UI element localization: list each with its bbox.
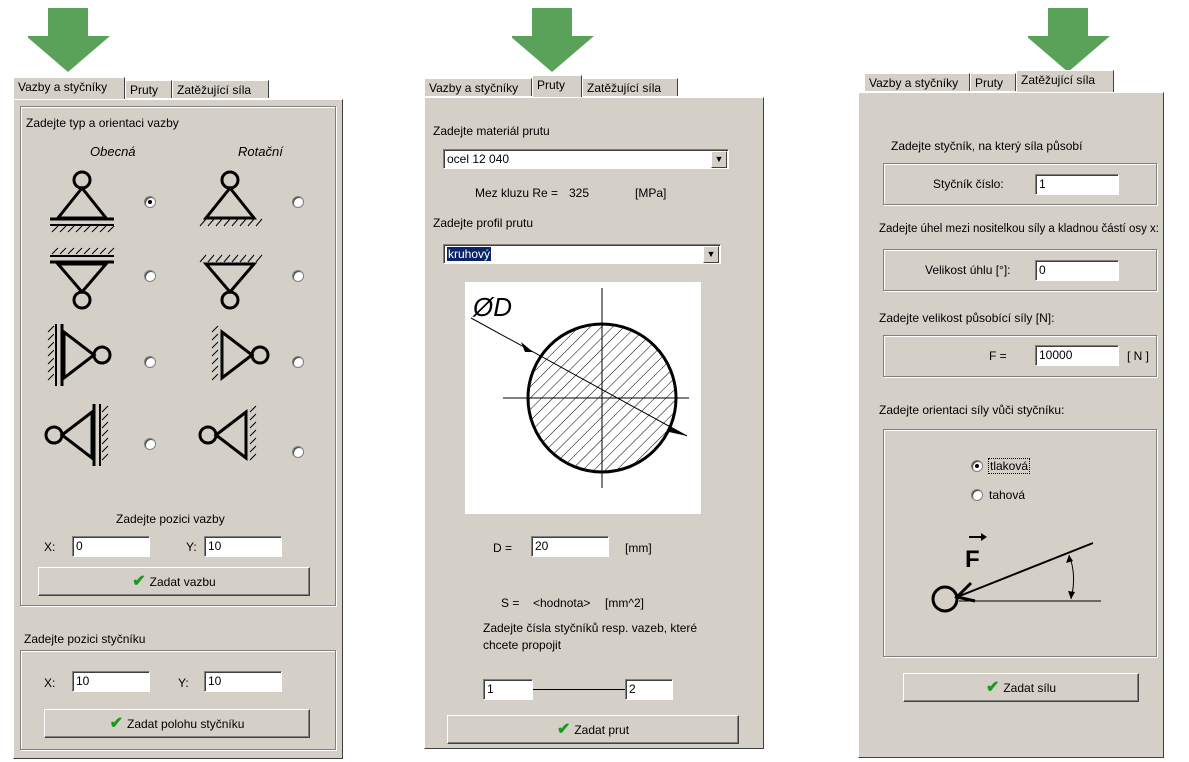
connection-line — [533, 689, 625, 690]
radio-compression[interactable] — [971, 460, 983, 472]
tab-supports-and-nodes[interactable]: Vazby a styčníky — [424, 78, 532, 96]
area-value: <hodnota> — [533, 596, 591, 610]
add-support-button-label: Zadat vazbu — [149, 575, 216, 589]
node-number-input[interactable]: 1 — [1035, 174, 1119, 195]
add-force-button[interactable]: ✔ Zadat sílu — [903, 673, 1139, 702]
node-heading: Zadejte styčník, na který síla působí — [891, 139, 1083, 153]
d-unit: [mm] — [625, 541, 652, 555]
radio-tension[interactable] — [971, 489, 983, 501]
support-radio-rotation-up[interactable] — [292, 196, 304, 208]
support-radio-general-down[interactable] — [144, 270, 156, 282]
y-label: Y: — [186, 540, 197, 554]
material-select-value: ocel 12 040 — [447, 152, 510, 166]
yield-label: Mez kluzu Re = — [475, 186, 559, 200]
node-x-label: X: — [44, 676, 56, 690]
add-bar-button[interactable]: ✔ Zadat prut — [447, 715, 739, 744]
angle-label: Velikost úhlu [°]: — [925, 263, 1011, 277]
yield-unit: [MPa] — [635, 186, 667, 200]
angle-heading: Zadejte úhel mezi nositelkou síly a klad… — [879, 223, 1159, 235]
support-y-input[interactable]: 10 — [204, 536, 282, 557]
support-radio-rotation-down[interactable] — [292, 270, 304, 282]
force-heading: Zadejte velikost působící síly [N]: — [879, 311, 1055, 325]
bars-panel: Zadejte materiál prutu ocel 12 040 ▼ Mez… — [424, 97, 764, 749]
column-rotation-label: Rotační — [238, 144, 283, 159]
supports-panel: Zadejte typ a orientaci vazby Obecná Rot… — [13, 99, 343, 759]
roller-support-up-icon[interactable] — [194, 168, 264, 234]
add-node-button-label: Zadat polohu styčníku — [127, 717, 245, 731]
profile-heading: Zadejte profil prutu — [433, 216, 534, 230]
add-node-button[interactable]: ✔ Zadat polohu styčníku — [44, 709, 310, 738]
force-unit: [ N ] — [1127, 349, 1150, 363]
checkmark-icon: ✔ — [985, 679, 1000, 696]
s-label: S = — [501, 596, 520, 610]
yield-value: 325 — [569, 186, 590, 200]
profile-select-value: kruhový — [447, 247, 492, 261]
radio-tension-label[interactable]: tahová — [989, 488, 1025, 502]
tab-load-force[interactable]: Zatěžující síla — [172, 80, 269, 98]
add-force-button-label: Zadat sílu — [1003, 681, 1057, 695]
node-from-input[interactable]: 1 — [483, 679, 533, 700]
support-radio-general-up[interactable] — [144, 196, 156, 208]
angle-input[interactable]: 0 — [1035, 260, 1119, 281]
tab-bars[interactable]: Pruty — [970, 73, 1016, 91]
diameter-label: ØD — [472, 292, 512, 322]
support-radio-rotation-left[interactable] — [292, 356, 304, 368]
down-arrow-icon — [28, 8, 110, 72]
force-panel: Zadejte styčník, na který síla působí St… — [858, 92, 1164, 758]
pinned-support-left-icon[interactable] — [46, 322, 126, 388]
force-label: F = — [989, 349, 1007, 363]
dropdown-arrow-icon[interactable]: ▼ — [703, 246, 719, 263]
support-radio-rotation-right[interactable] — [292, 446, 304, 458]
circular-profile-diagram: ØD — [465, 282, 701, 514]
column-general-label: Obecná — [90, 144, 136, 159]
node-y-input[interactable]: 10 — [204, 671, 282, 692]
tab-load-force[interactable]: Zatěžující síla — [1016, 70, 1114, 92]
material-select[interactable]: ocel 12 040 ▼ — [443, 149, 729, 169]
down-arrow-icon — [1028, 8, 1110, 72]
material-heading: Zadejte materiál prutu — [433, 124, 550, 138]
pinned-support-right-icon[interactable] — [40, 402, 120, 468]
diameter-input[interactable]: 20 — [531, 536, 609, 557]
tab-load-force[interactable]: Zatěžující síla — [582, 78, 678, 96]
d-label: D = — [493, 541, 513, 555]
pinned-support-down-icon[interactable] — [46, 246, 116, 312]
checkmark-icon: ✔ — [556, 721, 571, 738]
s-unit: [mm^2] — [605, 596, 644, 610]
profile-select[interactable]: kruhový ▼ — [443, 244, 721, 264]
tab-bars[interactable]: Pruty — [532, 75, 582, 97]
checkmark-icon: ✔ — [109, 715, 123, 732]
force-vector-label: F — [965, 546, 980, 573]
force-input[interactable]: 10000 — [1035, 345, 1119, 366]
node-x-input[interactable]: 10 — [72, 671, 150, 692]
node-number-label: Styčník číslo: — [933, 177, 1004, 191]
add-bar-button-label: Zadat prut — [574, 723, 630, 737]
pinned-support-up-icon[interactable] — [46, 168, 116, 234]
node-y-label: Y: — [178, 676, 189, 690]
tab-bars[interactable]: Pruty — [125, 80, 172, 98]
support-position-label: Zadejte pozici vazby — [116, 512, 225, 526]
radio-compression-label[interactable]: tlaková — [987, 458, 1031, 474]
add-support-button[interactable]: ✔ Zadat vazbu — [38, 567, 310, 596]
checkmark-icon: ✔ — [132, 573, 146, 590]
support-type-heading: Zadejte typ a orientaci vazby — [26, 116, 179, 130]
roller-support-right-icon[interactable] — [194, 402, 274, 468]
dropdown-arrow-icon[interactable]: ▼ — [711, 151, 727, 168]
roller-support-left-icon[interactable] — [204, 322, 284, 388]
support-radio-general-right[interactable] — [144, 438, 156, 450]
x-label: X: — [44, 540, 56, 554]
support-x-input[interactable]: 0 — [72, 536, 150, 557]
tab-supports-and-nodes[interactable]: Vazby a styčníky — [13, 77, 125, 99]
orientation-heading: Zadejte orientaci síly vůči styčníku: — [879, 403, 1065, 417]
down-arrow-icon — [512, 8, 594, 72]
node-to-input[interactable]: 2 — [625, 679, 673, 700]
tab-supports-and-nodes[interactable]: Vazby a styčníky — [864, 73, 970, 91]
roller-support-down-icon[interactable] — [194, 246, 264, 312]
connect-nodes-text: Zadejte čísla styčníků resp. vazeb, kter… — [483, 621, 698, 652]
node-position-heading: Zadejte pozici styčníku — [24, 632, 146, 646]
support-radio-general-left[interactable] — [144, 356, 156, 368]
force-orientation-diagram: F — [931, 533, 1101, 613]
